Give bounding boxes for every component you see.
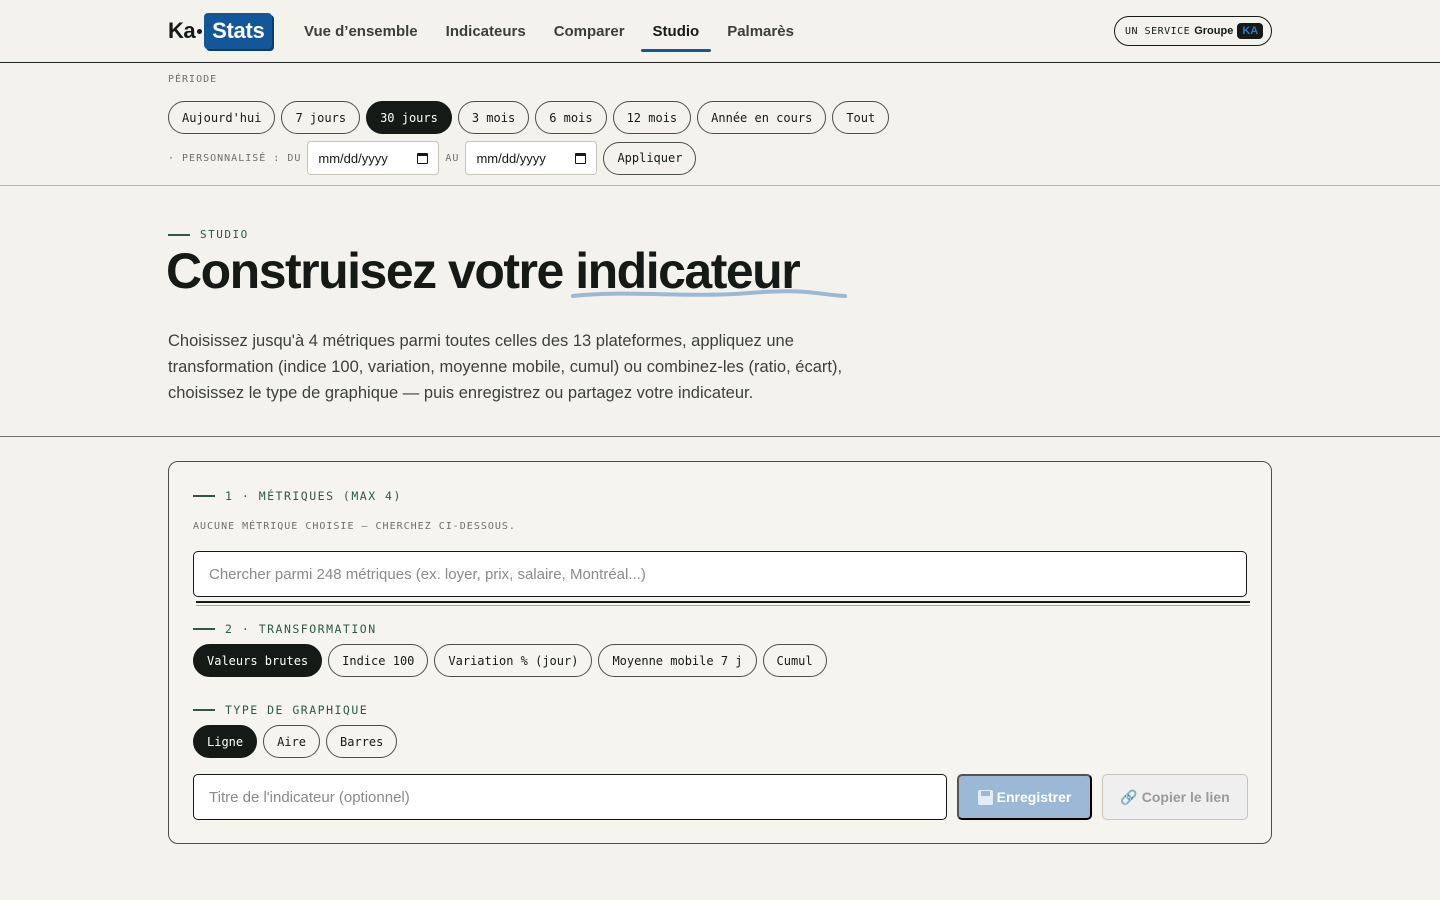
date-from-value: mm/dd/yyyy <box>318 150 388 166</box>
transform-heading: 2 · TRANSFORMATION <box>193 622 377 636</box>
logo-ka: Ka <box>168 18 196 43</box>
transform-index[interactable]: Indice 100 <box>328 644 429 677</box>
period-chips: Aujourd'hui 7 jours 30 jours 3 mois 6 mo… <box>168 101 890 134</box>
period-6m[interactable]: 6 mois <box>535 101 607 134</box>
title-highlight: indicateur <box>571 242 848 300</box>
copy-label: Copier le lien <box>1141 789 1230 805</box>
chart-type-heading-text: TYPE DE GRAPHIQUE <box>225 703 369 717</box>
chart-line[interactable]: Ligne <box>193 725 258 758</box>
apply-button[interactable]: Appliquer <box>603 141 697 175</box>
indicator-title-input[interactable]: Titre de l'indicateur (optionnel) <box>193 774 947 820</box>
service-group: Groupe <box>1194 25 1234 37</box>
hero-lead: Choisissez jusqu'à 4 métriques parmi tou… <box>168 332 843 402</box>
transform-raw[interactable]: Valeurs brutes <box>193 644 323 677</box>
chart-area[interactable]: Aire <box>263 725 321 758</box>
hero-section: STUDIO Construisez votre indicateur Choi… <box>0 186 1440 437</box>
transform-heading-text: 2 · TRANSFORMATION <box>225 622 377 636</box>
transform-variation[interactable]: Variation % (jour) <box>434 644 593 677</box>
copy-link-button[interactable]: 🔗 Copier le lien <box>1102 774 1248 820</box>
period-7d[interactable]: 7 jours <box>281 101 361 134</box>
date-from-input[interactable]: mm/dd/yyyy <box>307 141 440 175</box>
title-part-a: Construisez votre <box>166 243 576 299</box>
metrics-heading: 1 · MÉTRIQUES (MAX 4) <box>193 489 402 503</box>
period-12m[interactable]: 12 mois <box>612 101 692 134</box>
nav-compare[interactable]: Comparer <box>542 0 637 62</box>
divider <box>196 605 1250 606</box>
studio-card: 1 · MÉTRIQUES (MAX 4) AUCUNE MÉTRIQUE CH… <box>168 461 1272 844</box>
nav-studio[interactable]: Studio <box>640 0 712 62</box>
custom-to-label: AU <box>445 152 460 164</box>
divider <box>196 601 1250 603</box>
floppy-disk-icon <box>977 789 993 805</box>
period-3m[interactable]: 3 mois <box>457 101 530 134</box>
transform-chips: Valeurs brutes Indice 100 Variation % (j… <box>193 644 827 677</box>
brand-logo[interactable]: Ka Stats <box>168 11 273 51</box>
service-badge[interactable]: UN SERVICE Groupe KA <box>1114 16 1272 46</box>
chart-bars[interactable]: Barres <box>326 725 398 758</box>
search-placeholder: Chercher parmi 248 métriques (ex. loyer,… <box>209 565 646 583</box>
heading-dash <box>193 628 215 630</box>
squiggle-underline <box>571 289 848 298</box>
top-header: Ka Stats Vue d’ensemble Indicateurs Comp… <box>0 0 1440 63</box>
period-bar: PÉRIODE Aujourd'hui 7 jours 30 jours 3 m… <box>0 63 1440 186</box>
period-today[interactable]: Aujourd'hui <box>168 101 276 134</box>
save-label: Enregistrer <box>996 789 1072 805</box>
nav-overview[interactable]: Vue d’ensemble <box>292 0 430 62</box>
period-label: PÉRIODE <box>168 74 218 85</box>
date-to-value: mm/dd/yyyy <box>476 150 546 166</box>
title-placeholder: Titre de l'indicateur (optionnel) <box>209 788 410 806</box>
metrics-heading-text: 1 · MÉTRIQUES (MAX 4) <box>225 489 402 503</box>
heading-dash <box>193 495 215 497</box>
link-icon: 🔗 <box>1120 788 1138 805</box>
period-30d[interactable]: 30 jours <box>366 101 452 134</box>
nav-indicators[interactable]: Indicateurs <box>434 0 538 62</box>
service-ka-logo: KA <box>1237 23 1264 39</box>
logo-dot <box>197 28 203 34</box>
custom-from-label: · PERSONNALISÉ : DU <box>168 152 302 164</box>
chart-type-heading: TYPE DE GRAPHIQUE <box>193 703 368 717</box>
eyebrow-text: STUDIO <box>200 228 249 241</box>
service-label: UN SERVICE <box>1125 25 1191 37</box>
date-to-input[interactable]: mm/dd/yyyy <box>465 141 598 175</box>
metric-search-input[interactable]: Chercher parmi 248 métriques (ex. loyer,… <box>193 551 1247 597</box>
transform-cumul[interactable]: Cumul <box>762 644 827 677</box>
save-button[interactable]: Enregistrer <box>957 774 1092 820</box>
heading-dash <box>193 709 215 711</box>
eyebrow-dash <box>168 233 190 236</box>
chart-type-chips: Ligne Aire Barres <box>193 725 398 758</box>
custom-range-row: · PERSONNALISÉ : DU mm/dd/yyyy AU mm/dd/… <box>168 141 697 175</box>
main-nav: Vue d’ensemble Indicateurs Comparer Stud… <box>292 0 810 62</box>
logo-stats: Stats <box>204 13 273 49</box>
empty-metrics-note: AUCUNE MÉTRIQUE CHOISIE — CHERCHEZ CI-DE… <box>193 521 516 532</box>
calendar-icon[interactable] <box>575 152 587 164</box>
period-all[interactable]: Tout <box>832 101 890 134</box>
period-ytd[interactable]: Année en cours <box>697 101 827 134</box>
calendar-icon[interactable] <box>417 152 429 164</box>
nav-rankings[interactable]: Palmarès <box>715 0 806 62</box>
hero-eyebrow: STUDIO <box>168 228 249 241</box>
page-title: Construisez votre indicateur <box>166 242 848 300</box>
transform-moving-avg[interactable]: Moyenne mobile 7 j <box>598 644 757 677</box>
